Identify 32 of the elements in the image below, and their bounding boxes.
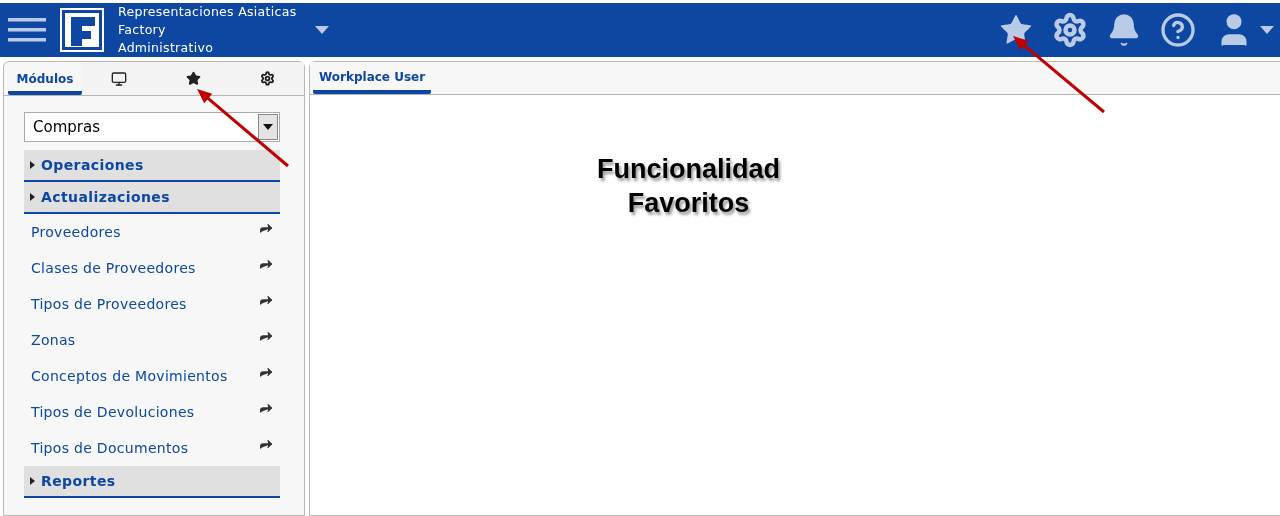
star-icon: [185, 71, 201, 86]
module-dropdown[interactable]: Compras: [24, 112, 280, 142]
role-name: Administrativo: [118, 39, 215, 57]
caret-icon: [30, 193, 35, 201]
menu-section[interactable]: Reportes: [24, 466, 280, 498]
help-icon[interactable]: [1160, 12, 1196, 48]
menu-item[interactable]: Conceptos de Movimientos: [24, 358, 280, 394]
menu-icon[interactable]: [8, 15, 46, 45]
menu-item[interactable]: Clases de Proveedores: [24, 250, 280, 286]
menu-section[interactable]: Actualizaciones: [24, 182, 280, 214]
menu-item[interactable]: Zonas: [24, 322, 280, 358]
menu-item[interactable]: Tipos de Documentos: [24, 430, 280, 466]
menu-section[interactable]: Operaciones: [24, 150, 280, 182]
settings-icon[interactable]: [1052, 12, 1088, 48]
sidebar-tab[interactable]: [82, 62, 156, 95]
annotation-text: Favoritos: [627, 187, 750, 220]
monitor-icon: [111, 70, 127, 87]
annotation-text: Funcionalidad: [597, 153, 780, 186]
branch-name: Factory: [118, 21, 167, 39]
logo-icon: [60, 8, 104, 52]
menu-item[interactable]: Tipos de Devoluciones: [24, 394, 280, 430]
caret-icon: [30, 161, 35, 169]
caret-icon: [263, 124, 273, 130]
caret-icon[interactable]: [1260, 25, 1274, 35]
menu-item[interactable]: Proveedores: [24, 214, 280, 250]
caret-icon: [30, 477, 35, 485]
gear-icon: [259, 71, 275, 86]
menu-item[interactable]: Tipos de Proveedores: [24, 286, 280, 322]
workspace-tab[interactable]: Workplace User: [313, 62, 432, 94]
caret-icon[interactable]: [314, 25, 329, 35]
sidebar-tab[interactable]: [230, 62, 304, 95]
company-name: Representaciones Asiaticas: [118, 3, 297, 21]
